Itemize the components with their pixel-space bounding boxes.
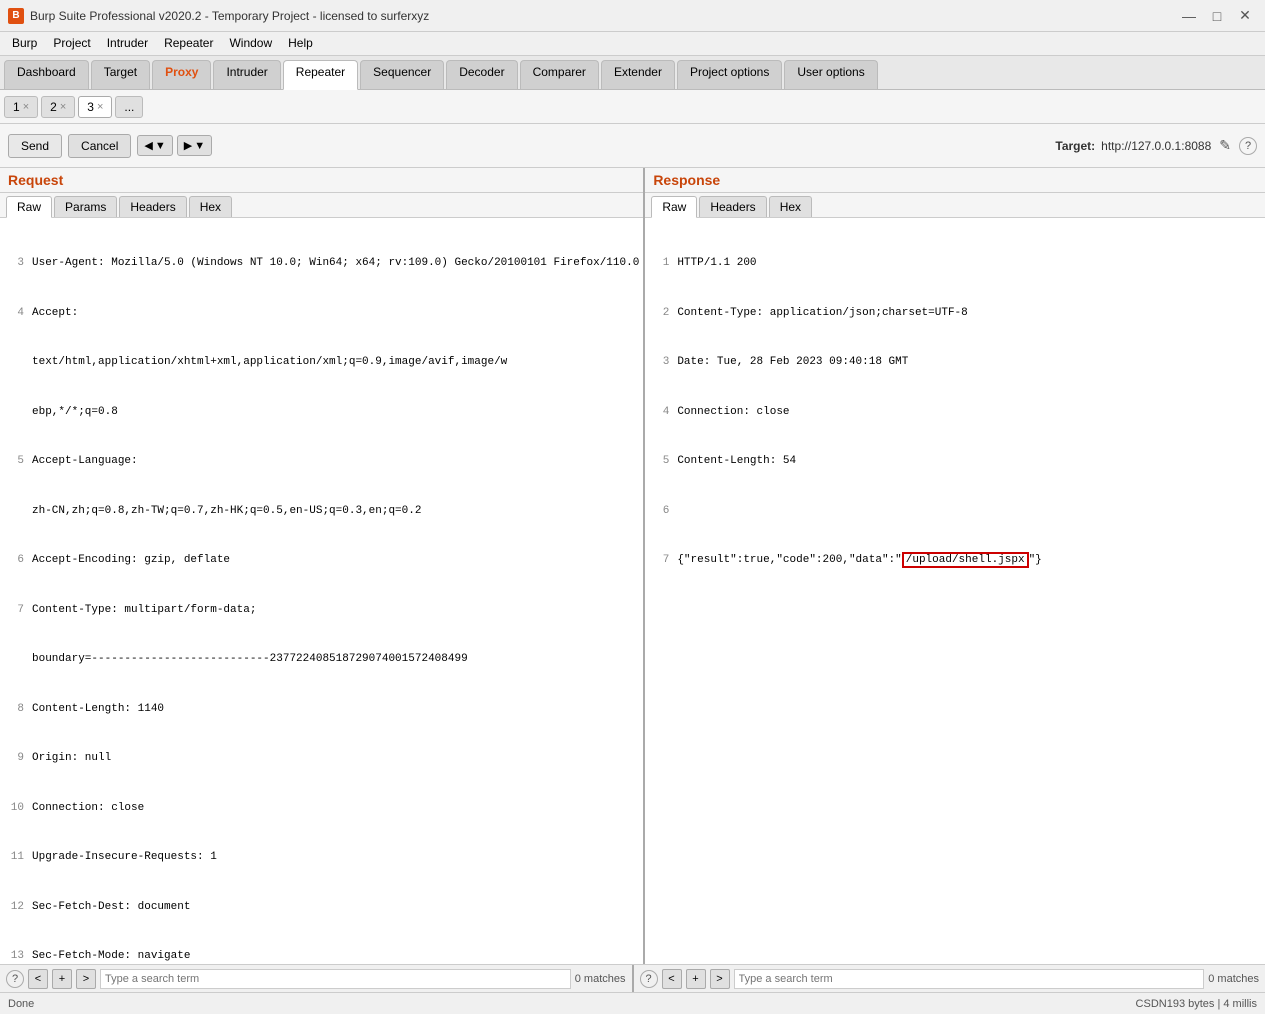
sub-tab-close[interactable]: ×: [60, 101, 66, 113]
target-info: Target: http://127.0.0.1:8088 ✎ ?: [1055, 135, 1257, 156]
sub-tab-more[interactable]: ...: [115, 96, 143, 118]
response-content: 1HTTP/1.1 200 2Content-Type: application…: [645, 218, 1265, 964]
response-pane-header: Response: [645, 168, 1265, 193]
request-search-pane: ? < + > 0 matches: [0, 965, 634, 992]
sub-tab-3[interactable]: 3 ×: [78, 96, 112, 118]
minimize-button[interactable]: —: [1177, 6, 1201, 26]
next-button[interactable]: ▶ ▼: [177, 135, 212, 156]
main-tab-repeater[interactable]: Repeater: [283, 60, 358, 90]
menu-item-window[interactable]: Window: [221, 34, 280, 53]
request-search-input[interactable]: [100, 969, 571, 989]
menu-item-burp[interactable]: Burp: [4, 34, 45, 53]
status-bar: Done CSDN193 bytes | 4 millis: [0, 992, 1265, 1014]
next-drop-icon: ▼: [194, 140, 205, 152]
prev-drop-icon: ▼: [155, 140, 166, 152]
toolbar-help-button[interactable]: ?: [1239, 137, 1257, 155]
app-icon: B: [8, 8, 24, 24]
target-label: Target:: [1055, 139, 1095, 153]
main-tab-user-options[interactable]: User options: [784, 60, 877, 89]
response-search-matches: 0 matches: [1208, 973, 1259, 985]
prev-icon: ◀: [144, 139, 152, 152]
cancel-button[interactable]: Cancel: [68, 134, 131, 158]
response-search-help[interactable]: ?: [640, 970, 658, 988]
menu-bar: BurpProjectIntruderRepeaterWindowHelp: [0, 32, 1265, 56]
response-code-area[interactable]: 1HTTP/1.1 200 2Content-Type: application…: [645, 218, 1265, 964]
menu-item-project[interactable]: Project: [45, 34, 98, 53]
sub-tab-1[interactable]: 1 ×: [4, 96, 38, 118]
prev-button[interactable]: ◀ ▼: [137, 135, 172, 156]
edit-target-button[interactable]: ✎: [1217, 135, 1233, 156]
response-tab-raw[interactable]: Raw: [651, 196, 697, 218]
main-tab-intruder[interactable]: Intruder: [213, 60, 280, 89]
window-title: Burp Suite Professional v2020.2 - Tempor…: [30, 9, 429, 23]
request-tab-raw[interactable]: Raw: [6, 196, 52, 218]
toolbar: Send Cancel ◀ ▼ ▶ ▼ Target: http://127.0…: [0, 124, 1265, 168]
response-tabs: Raw Headers Hex: [645, 193, 1265, 218]
content-area: Request Raw Params Headers Hex 3User-Age…: [0, 168, 1265, 964]
title-bar: B Burp Suite Professional v2020.2 - Temp…: [0, 0, 1265, 32]
response-tab-headers[interactable]: Headers: [699, 196, 766, 217]
request-code-area[interactable]: 3User-Agent: Mozilla/5.0 (Windows NT 10.…: [0, 218, 643, 964]
response-search-next[interactable]: +: [686, 969, 706, 989]
response-search-prev[interactable]: <: [662, 969, 682, 989]
request-pane: Request Raw Params Headers Hex 3User-Age…: [0, 168, 645, 964]
next-icon: ▶: [184, 139, 192, 152]
main-tab-sequencer[interactable]: Sequencer: [360, 60, 444, 89]
main-tab-bar: DashboardTargetProxyIntruderRepeaterSequ…: [0, 56, 1265, 90]
request-search-help[interactable]: ?: [6, 970, 24, 988]
request-tab-params[interactable]: Params: [54, 196, 117, 217]
request-tabs: Raw Params Headers Hex: [0, 193, 643, 218]
request-tab-headers[interactable]: Headers: [119, 196, 186, 217]
status-left: Done: [8, 998, 34, 1010]
target-value: http://127.0.0.1:8088: [1101, 139, 1211, 153]
main-tab-comparer[interactable]: Comparer: [520, 60, 599, 89]
search-bar: ? < + > 0 matches ? < + > 0 matches: [0, 964, 1265, 992]
window-controls: — □ ✕: [1177, 6, 1257, 26]
sub-tab-close[interactable]: ×: [23, 101, 29, 113]
main-tab-extender[interactable]: Extender: [601, 60, 675, 89]
sub-tab-bar: 1 ×2 ×3 ×...: [0, 90, 1265, 124]
main-tab-project-options[interactable]: Project options: [677, 60, 782, 89]
menu-item-repeater[interactable]: Repeater: [156, 34, 221, 53]
sub-tab-2[interactable]: 2 ×: [41, 96, 75, 118]
response-pane: Response Raw Headers Hex 1HTTP/1.1 200 2…: [645, 168, 1265, 964]
send-button[interactable]: Send: [8, 134, 62, 158]
main-tab-proxy[interactable]: Proxy: [152, 60, 211, 89]
request-tab-hex[interactable]: Hex: [189, 196, 232, 217]
request-search-fwd[interactable]: >: [76, 969, 96, 989]
main-tab-target[interactable]: Target: [91, 60, 150, 89]
maximize-button[interactable]: □: [1205, 6, 1229, 26]
main-tab-decoder[interactable]: Decoder: [446, 60, 517, 89]
sub-tab-close[interactable]: ×: [97, 101, 103, 113]
response-tab-hex[interactable]: Hex: [769, 196, 812, 217]
request-search-matches: 0 matches: [575, 973, 626, 985]
main-tab-dashboard[interactable]: Dashboard: [4, 60, 89, 89]
status-right: CSDN193 bytes | 4 millis: [1136, 998, 1257, 1010]
request-content: 3User-Agent: Mozilla/5.0 (Windows NT 10.…: [0, 218, 643, 964]
response-search-pane: ? < + > 0 matches: [634, 965, 1265, 992]
menu-item-intruder[interactable]: Intruder: [99, 34, 156, 53]
request-pane-header: Request: [0, 168, 643, 193]
menu-item-help[interactable]: Help: [280, 34, 321, 53]
request-search-prev[interactable]: <: [28, 969, 48, 989]
response-search-fwd[interactable]: >: [710, 969, 730, 989]
response-search-input[interactable]: [734, 969, 1205, 989]
request-search-next[interactable]: +: [52, 969, 72, 989]
close-button[interactable]: ✕: [1233, 6, 1257, 26]
